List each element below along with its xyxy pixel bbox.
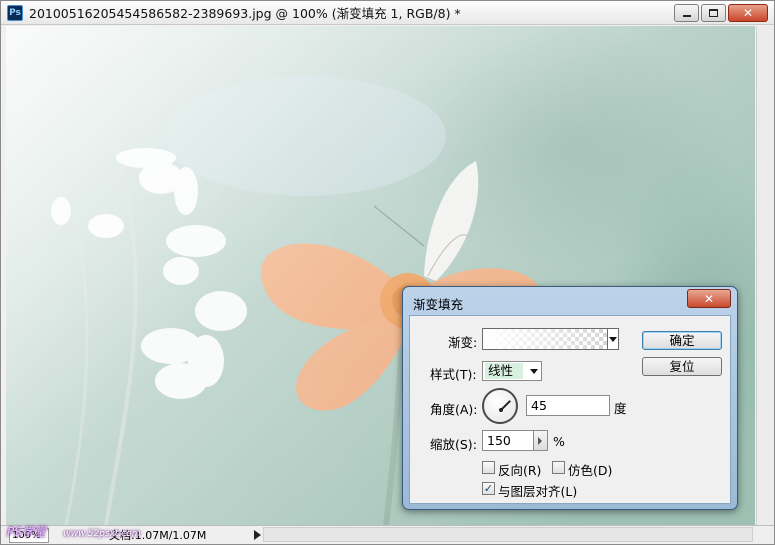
- align-with-layer-checkbox[interactable]: ✓: [482, 482, 495, 495]
- gradient-preview[interactable]: [482, 328, 608, 350]
- close-icon: ✕: [703, 291, 715, 306]
- dither-label[interactable]: 仿色(D): [568, 460, 612, 479]
- vertical-scrollbar[interactable]: [756, 26, 774, 525]
- angle-unit: 度: [614, 401, 627, 416]
- minimize-icon: [682, 15, 691, 17]
- gradient-fill-dialog: 渐变填充 ✕ 渐变: 样式(T): 线性 角度(A): 45 度 缩放(S):: [402, 286, 738, 510]
- chevron-down-icon: [609, 337, 617, 342]
- style-label: 样式(T):: [430, 367, 477, 382]
- dialog-close-button[interactable]: ✕: [687, 289, 731, 308]
- gradient-label: 渐变:: [448, 335, 478, 350]
- watermark: PS学堂 www.52psxt.com: [7, 523, 141, 540]
- scale-unit: %: [553, 434, 565, 449]
- angle-label: 角度(A):: [430, 402, 478, 417]
- align-with-layer-label[interactable]: 与图层对齐(L): [498, 481, 577, 500]
- style-select[interactable]: 线性: [482, 361, 542, 381]
- window-controls: ✕: [674, 4, 768, 22]
- document-title: 20100516205454586582-2389693.jpg @ 100% …: [29, 6, 461, 21]
- reverse-checkbox[interactable]: [482, 461, 495, 474]
- reset-button[interactable]: 复位: [642, 357, 722, 376]
- minimize-button[interactable]: [674, 4, 699, 22]
- chevron-right-icon: [538, 437, 542, 445]
- watermark-site: www.52psxt.com: [63, 529, 141, 539]
- title-bar[interactable]: Ps 20100516205454586582-2389693.jpg @ 10…: [1, 1, 774, 25]
- watermark-brand: PS学堂: [7, 525, 46, 539]
- scale-slider-button[interactable]: [534, 430, 548, 451]
- chevron-down-icon: [530, 369, 538, 374]
- status-menu-arrow-icon[interactable]: [254, 530, 262, 540]
- document-window: Ps 20100516205454586582-2389693.jpg @ 10…: [0, 0, 775, 545]
- gradient-dropdown-button[interactable]: [608, 328, 619, 350]
- angle-dial[interactable]: [482, 388, 518, 424]
- angle-center-icon: [499, 408, 503, 412]
- dialog-body: 渐变: 样式(T): 线性 角度(A): 45 度 缩放(S): 150 % 反…: [409, 315, 731, 504]
- photoshop-icon: Ps: [7, 4, 23, 21]
- maximize-icon: [709, 9, 718, 17]
- dialog-title: 渐变填充: [413, 297, 464, 312]
- ok-button[interactable]: 确定: [642, 331, 722, 350]
- close-button[interactable]: ✕: [728, 4, 768, 22]
- horizontal-scrollbar[interactable]: [263, 527, 753, 542]
- dither-checkbox[interactable]: [552, 461, 565, 474]
- maximize-button[interactable]: [701, 4, 726, 22]
- close-icon: ✕: [742, 6, 754, 20]
- scale-input[interactable]: 150: [482, 430, 534, 451]
- angle-input[interactable]: 45: [526, 395, 610, 416]
- scale-label: 缩放(S):: [430, 437, 477, 452]
- style-value: 线性: [485, 363, 523, 379]
- reverse-label[interactable]: 反向(R): [498, 460, 541, 479]
